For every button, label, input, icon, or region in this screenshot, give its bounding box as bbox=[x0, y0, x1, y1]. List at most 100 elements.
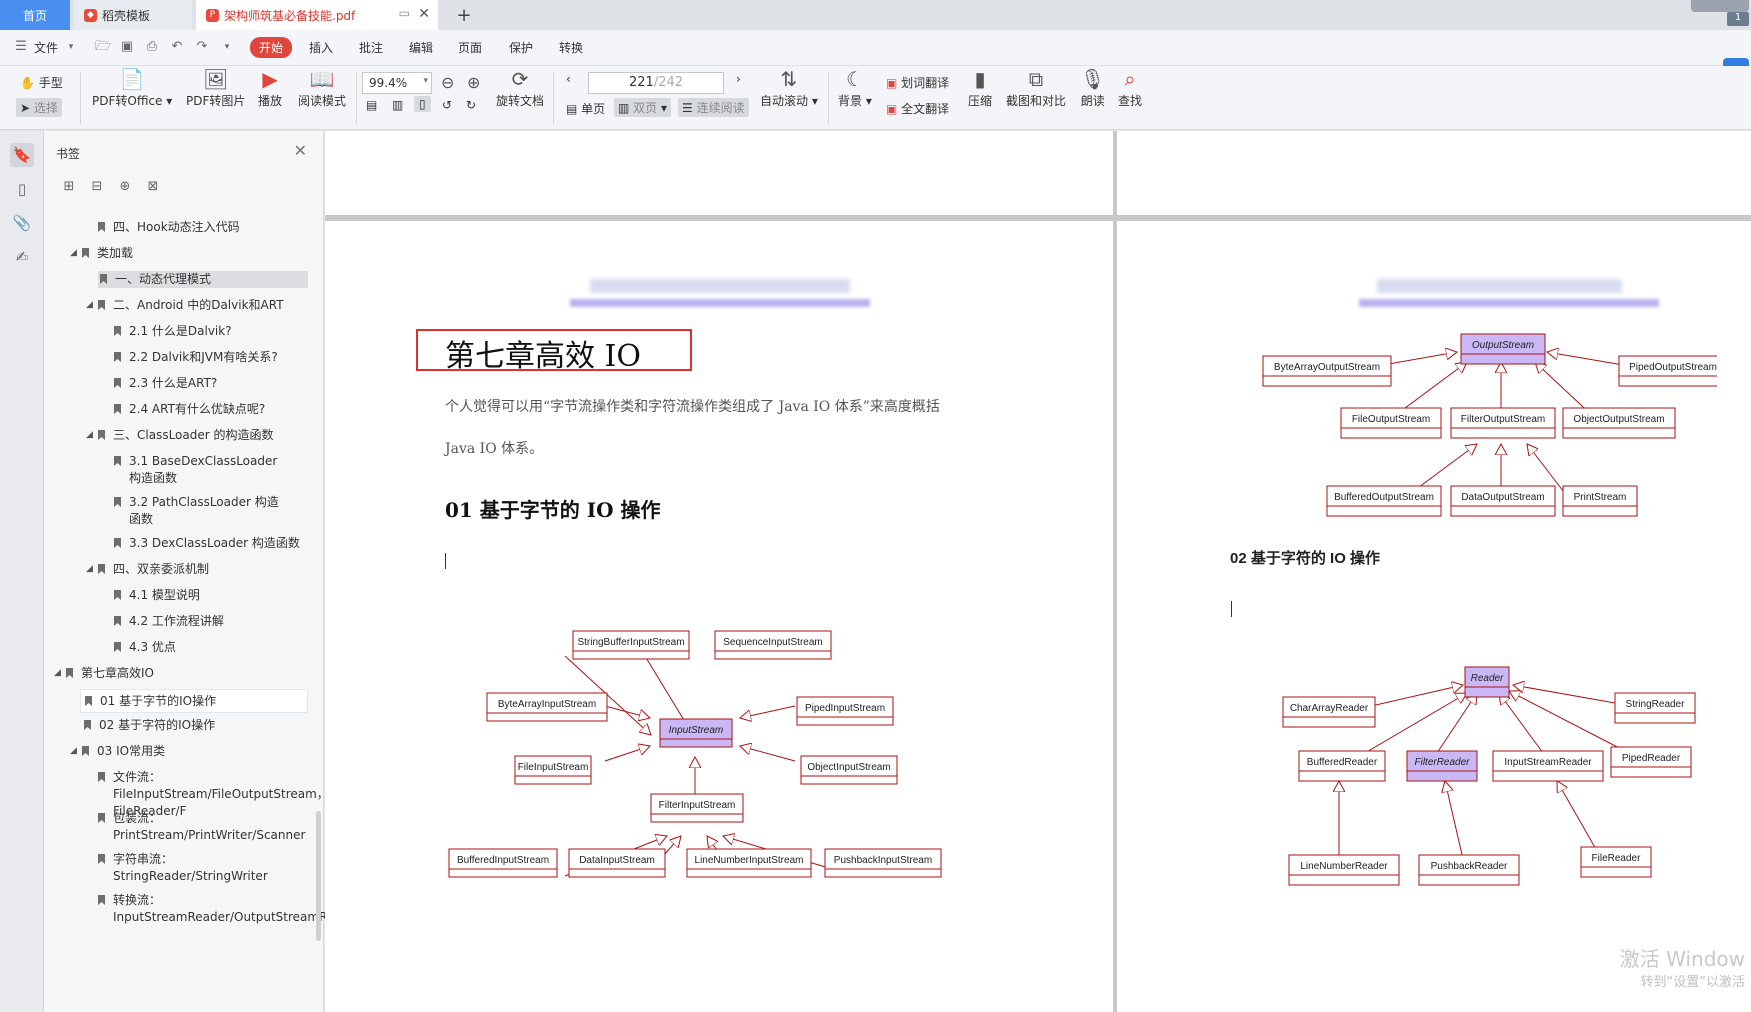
fit-width-button[interactable]: ▥ bbox=[392, 98, 403, 112]
bookmark-icon bbox=[114, 538, 121, 548]
actual-size-button[interactable]: ▯ bbox=[414, 96, 431, 112]
sidebar-item-label: 四、双亲委派机制 bbox=[113, 562, 210, 576]
sidebar-scrollbar[interactable] bbox=[316, 811, 321, 941]
close-icon[interactable]: ✕ bbox=[294, 141, 307, 160]
sidebar-item[interactable]: 字符串流：StringReader/StringWriter bbox=[98, 851, 286, 885]
sidebar-item[interactable]: 2.1 什么是Dalvik? bbox=[114, 323, 314, 340]
bookmark-panel-icon[interactable]: 🔖 bbox=[10, 143, 34, 167]
pdf-to-office-button[interactable]: 📄 PDF转Office ▾ bbox=[92, 66, 172, 109]
attachment-icon[interactable]: 📎 bbox=[10, 211, 34, 235]
auto-scroll-button[interactable]: ⇅ 自动滚动 ▾ bbox=[760, 66, 818, 109]
sidebar-item[interactable]: 转换流：InputStreamReader/OutputStreamReader bbox=[98, 892, 362, 926]
sidebar-item[interactable]: ◢ 第七章高效IO bbox=[54, 665, 316, 682]
close-icon[interactable]: ✕ bbox=[418, 6, 430, 22]
toolbar-divider bbox=[553, 72, 554, 124]
signature-icon[interactable]: ✍ bbox=[10, 245, 34, 269]
new-tab-button[interactable]: + bbox=[450, 0, 478, 30]
sidebar-item[interactable]: 2.2 Dalvik和JVM有啥关系? bbox=[114, 349, 314, 366]
sidebar-item[interactable]: ◢ 四、双亲委派机制 bbox=[86, 561, 318, 578]
blurred-header-line bbox=[1359, 299, 1659, 307]
select-tool-button[interactable]: ➤ 选择 bbox=[16, 98, 62, 117]
sidebar-item[interactable]: 2.4 ART有什么优缺点呢? bbox=[114, 401, 314, 418]
tab-pdf-document[interactable]: P 架构师筑基必备技能.pdf ▭ ✕ bbox=[196, 0, 438, 30]
inputstream-diagram: StringBufferInputStream SequenceInputStr… bbox=[448, 630, 942, 878]
word-translate-button[interactable]: ▣ 划词翻译 bbox=[886, 74, 949, 91]
expand-caret-icon[interactable]: ◢ bbox=[86, 561, 93, 578]
sidebar-item[interactable]: 01 基于字节的IO操作 bbox=[80, 689, 308, 713]
expand-caret-icon[interactable]: ◢ bbox=[70, 245, 77, 262]
sidebar-item[interactable]: 3.1 BaseDexClassLoader 构造函数 bbox=[114, 453, 286, 487]
sidebar-item[interactable]: 4.2 工作流程讲解 bbox=[114, 613, 314, 630]
next-page-button[interactable]: › bbox=[736, 72, 741, 86]
screenshot-compare-button[interactable]: ⧉ 截图和对比 bbox=[1006, 66, 1066, 109]
menu-edit[interactable]: 编辑 bbox=[409, 39, 433, 56]
save-icon[interactable]: ▣ bbox=[120, 40, 134, 54]
page-number-input[interactable]: 221/242 bbox=[588, 72, 724, 94]
rotate-right-button[interactable]: ↻ bbox=[466, 98, 476, 112]
expand-caret-icon[interactable]: ◢ bbox=[70, 743, 77, 760]
tab-window-icon[interactable]: ▭ bbox=[399, 6, 410, 20]
background-button[interactable]: ☾ 背景 ▾ bbox=[838, 66, 872, 109]
fit-page-button[interactable]: ▤ bbox=[366, 98, 377, 112]
print-icon[interactable]: ⎙ bbox=[145, 40, 159, 54]
expand-caret-icon[interactable]: ◢ bbox=[54, 665, 61, 682]
bookmark-icon bbox=[114, 642, 121, 652]
undo-icon[interactable]: ↶ bbox=[170, 40, 184, 54]
menu-convert[interactable]: 转换 bbox=[559, 39, 583, 56]
zoom-in-button[interactable]: ⊕ bbox=[467, 70, 480, 96]
full-translate-button[interactable]: ▣ 全文翻译 bbox=[886, 100, 949, 117]
tab-home[interactable]: 首页 bbox=[0, 0, 70, 30]
double-page-button[interactable]: ▥ 双页 ▾ bbox=[614, 98, 672, 117]
zoom-select[interactable]: 99.4% ▾ bbox=[362, 72, 432, 94]
find-button[interactable]: ⌕ 查找 bbox=[1118, 66, 1142, 109]
hand-tool-button[interactable]: ✋ 手型 bbox=[20, 74, 63, 91]
sidebar-item[interactable]: 包装流：PrintStream/PrintWriter/Scanner bbox=[98, 810, 305, 844]
hamburger-icon[interactable]: ☰ bbox=[14, 40, 28, 54]
rotate-left-button[interactable]: ↺ bbox=[442, 98, 452, 112]
tab-template[interactable]: ◆ 稻壳模板 bbox=[74, 0, 192, 30]
continuous-read-button[interactable]: ☰ 连续阅读 bbox=[678, 98, 749, 117]
menu-page[interactable]: 页面 bbox=[458, 39, 482, 56]
chevron-down-icon[interactable]: ▾ bbox=[64, 40, 78, 54]
collapse-all-icon[interactable]: ⊟ bbox=[88, 179, 106, 197]
pdf-to-image-button[interactable]: 🖼 PDF转图片 bbox=[186, 66, 245, 109]
menu-file[interactable]: 文件 bbox=[34, 39, 58, 56]
sidebar-item[interactable]: ◢ 三、ClassLoader 的构造函数 bbox=[86, 427, 318, 444]
menu-start[interactable]: 开始 bbox=[250, 37, 293, 58]
expand-caret-icon[interactable]: ◢ bbox=[86, 297, 93, 314]
sidebar-item[interactable]: 4.1 模型说明 bbox=[114, 587, 314, 604]
double-page-icon: ▥ bbox=[618, 101, 630, 115]
read-mode-button[interactable]: 📖 阅读模式 bbox=[298, 66, 346, 109]
menu-insert[interactable]: 插入 bbox=[309, 39, 333, 56]
open-folder-icon[interactable]: 🗁 bbox=[95, 40, 111, 54]
sidebar-item[interactable]: 3.3 DexClassLoader 构造函数 bbox=[114, 535, 314, 552]
add-bookmark-icon[interactable]: ⊕ bbox=[116, 179, 134, 197]
menu-comment[interactable]: 批注 bbox=[359, 39, 383, 56]
zoom-out-button[interactable]: ⊖ bbox=[441, 70, 454, 96]
sidebar-item[interactable]: ◢ 二、Android 中的Dalvik和ART bbox=[86, 297, 318, 314]
bookmark-icon[interactable]: ⊠ bbox=[144, 179, 162, 197]
sidebar-item[interactable]: 02 基于字符的IO操作 bbox=[84, 717, 314, 734]
compress-button[interactable]: ▮ 压缩 bbox=[968, 66, 992, 109]
sidebar-item[interactable]: ◢ 类加载 bbox=[70, 245, 318, 262]
sidebar-item[interactable]: 四、Hook动态注入代码 bbox=[98, 219, 318, 236]
sidebar-item[interactable]: 一、动态代理模式 bbox=[98, 271, 308, 288]
prev-page-button[interactable]: ‹ bbox=[566, 72, 571, 86]
redo-icon[interactable]: ↷ bbox=[195, 40, 209, 54]
more-chevron-icon[interactable]: ▾ bbox=[220, 40, 234, 54]
sidebar-item[interactable]: 3.2 PathClassLoader 构造函数 bbox=[114, 494, 286, 528]
expand-all-icon[interactable]: ⊞ bbox=[60, 179, 78, 197]
expand-caret-icon[interactable]: ◢ bbox=[86, 427, 93, 444]
sidebar-item-label: 2.2 Dalvik和JVM有啥关系? bbox=[129, 350, 278, 364]
rotate-label: 旋转文档 bbox=[496, 94, 545, 108]
read-aloud-button[interactable]: 🎙 朗读 bbox=[1080, 66, 1105, 109]
menu-protect[interactable]: 保护 bbox=[509, 39, 533, 56]
single-page-button[interactable]: ▤ 单页 bbox=[566, 100, 605, 117]
sidebar-item[interactable]: 2.3 什么是ART? bbox=[114, 375, 314, 392]
sidebar-item[interactable]: ◢ 03 IO常用类 bbox=[70, 743, 318, 760]
rotate-document-button[interactable]: ⟳ 旋转文档 bbox=[496, 66, 544, 109]
node-datainputstream: DataInputStream bbox=[579, 855, 655, 866]
play-button[interactable]: ▶ 播放 bbox=[258, 66, 282, 109]
sidebar-item[interactable]: 4.3 优点 bbox=[114, 639, 314, 656]
thumbnail-panel-icon[interactable]: ▯ bbox=[10, 177, 34, 201]
